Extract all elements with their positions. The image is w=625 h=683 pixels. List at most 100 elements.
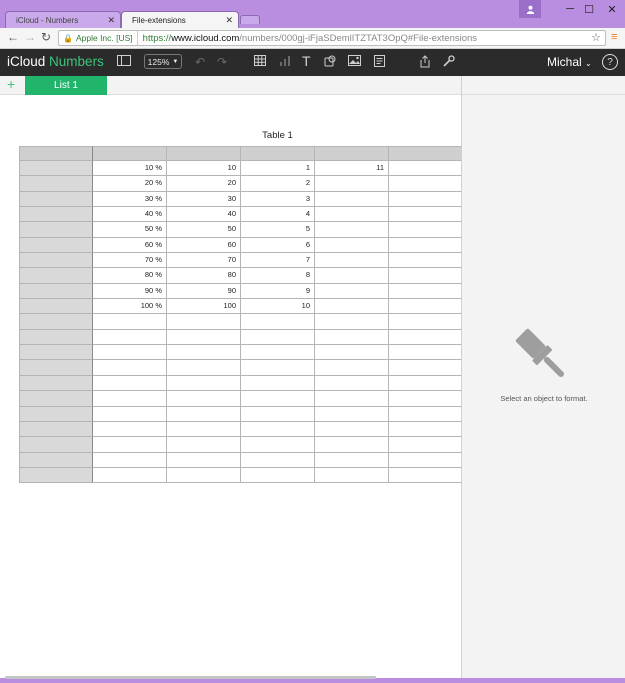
table-cell[interactable] bbox=[389, 207, 462, 223]
image-icon[interactable] bbox=[348, 55, 361, 69]
table-cell[interactable] bbox=[389, 360, 462, 376]
table-row[interactable] bbox=[19, 314, 462, 330]
table-cell[interactable] bbox=[167, 391, 241, 407]
row-header-cell[interactable] bbox=[19, 421, 93, 438]
row-header-cell[interactable] bbox=[19, 452, 93, 468]
back-arrow-icon[interactable]: ← bbox=[7, 30, 19, 44]
table-cell[interactable]: 10 % bbox=[93, 161, 167, 177]
table-cell[interactable] bbox=[167, 406, 241, 422]
table-cell[interactable] bbox=[167, 467, 241, 484]
table-cell[interactable] bbox=[315, 437, 389, 453]
table-cell[interactable]: 100 bbox=[167, 299, 241, 315]
table-cell[interactable] bbox=[241, 421, 315, 438]
table-row[interactable]: 40 % 40 4 bbox=[19, 207, 462, 223]
table-cell[interactable]: 6 bbox=[241, 237, 315, 254]
table-cell[interactable] bbox=[315, 452, 389, 468]
table-cell[interactable] bbox=[389, 222, 462, 238]
row-header-cell[interactable] bbox=[19, 406, 93, 422]
row-header-cell[interactable] bbox=[19, 314, 93, 330]
header-cell[interactable] bbox=[93, 146, 167, 161]
table-row[interactable] bbox=[19, 360, 462, 376]
table-cell[interactable] bbox=[315, 406, 389, 422]
table-cell[interactable] bbox=[389, 314, 462, 330]
header-cell[interactable] bbox=[315, 146, 389, 161]
table-cell[interactable]: 10 bbox=[167, 161, 241, 177]
table-cell[interactable] bbox=[167, 421, 241, 438]
table-row[interactable] bbox=[19, 406, 462, 422]
table-cell[interactable] bbox=[389, 268, 462, 284]
table-row[interactable] bbox=[19, 437, 462, 453]
table-cell[interactable]: 9 bbox=[241, 283, 315, 300]
table-row[interactable]: 80 % 80 8 bbox=[19, 268, 462, 284]
table-cell[interactable] bbox=[241, 329, 315, 346]
table-cell[interactable]: 30 bbox=[167, 191, 241, 208]
table-cell[interactable] bbox=[93, 314, 167, 330]
row-header-cell[interactable] bbox=[19, 283, 93, 300]
table-cell[interactable] bbox=[315, 391, 389, 407]
table-cell[interactable]: 40 % bbox=[93, 207, 167, 223]
table-cell[interactable] bbox=[315, 467, 389, 484]
sheet-canvas[interactable]: Table 1 10 % 10 1 11 20 % 20 2 30 % 30 3 40 % 40 4 50… bbox=[0, 95, 462, 678]
table-cell[interactable] bbox=[241, 345, 315, 361]
table-cell[interactable] bbox=[315, 375, 389, 392]
table-cell[interactable] bbox=[315, 345, 389, 361]
table-row[interactable] bbox=[19, 452, 462, 468]
table-row[interactable]: 10 % 10 1 11 bbox=[19, 161, 462, 177]
table-cell[interactable] bbox=[241, 452, 315, 468]
row-header-cell[interactable] bbox=[19, 268, 93, 284]
bookmark-star-icon[interactable]: ☆ bbox=[591, 31, 601, 44]
sidebar-view-icon[interactable] bbox=[117, 55, 131, 69]
table-cell[interactable] bbox=[315, 360, 389, 376]
close-icon[interactable]: ✕ bbox=[225, 15, 233, 26]
table-row[interactable]: 90 % 90 9 bbox=[19, 283, 462, 300]
table-cell[interactable] bbox=[389, 176, 462, 192]
table-cell[interactable] bbox=[315, 283, 389, 300]
header-cell[interactable] bbox=[19, 146, 93, 161]
redo-icon[interactable]: ↷ bbox=[217, 55, 227, 69]
table-row[interactable]: 50 % 50 5 bbox=[19, 222, 462, 238]
header-cell[interactable] bbox=[241, 146, 315, 161]
table-cell[interactable] bbox=[389, 329, 462, 346]
table-cell[interactable] bbox=[93, 360, 167, 376]
table-cell[interactable] bbox=[167, 452, 241, 468]
wrench-icon[interactable] bbox=[443, 55, 455, 70]
table-cell[interactable]: 20 % bbox=[93, 176, 167, 192]
table-cell[interactable]: 30 % bbox=[93, 191, 167, 208]
table-cell[interactable] bbox=[167, 345, 241, 361]
table-cell[interactable]: 100 % bbox=[93, 299, 167, 315]
table-cell[interactable] bbox=[389, 391, 462, 407]
row-header-cell[interactable] bbox=[19, 237, 93, 254]
row-header-cell[interactable] bbox=[19, 222, 93, 238]
table-cell[interactable] bbox=[167, 329, 241, 346]
table-row[interactable]: 20 % 20 2 bbox=[19, 176, 462, 192]
table-cell[interactable] bbox=[167, 375, 241, 392]
table-cell[interactable] bbox=[315, 421, 389, 438]
table-cell[interactable]: 3 bbox=[241, 191, 315, 208]
table-cell[interactable]: 50 bbox=[167, 222, 241, 238]
table-cell[interactable] bbox=[389, 191, 462, 208]
browser-menu-icon[interactable]: ≡ bbox=[611, 31, 617, 43]
close-icon[interactable]: ✕ bbox=[107, 15, 115, 26]
table-cell[interactable]: 90 bbox=[167, 283, 241, 300]
table-cell[interactable] bbox=[389, 161, 462, 177]
table-cell[interactable]: 60 bbox=[167, 237, 241, 254]
table-cell[interactable]: 20 bbox=[167, 176, 241, 192]
header-cell[interactable] bbox=[167, 146, 241, 161]
header-cell[interactable] bbox=[389, 146, 462, 161]
browser-tab-file-extensions[interactable]: File-extensions ✕ bbox=[121, 11, 239, 28]
table-cell[interactable] bbox=[389, 467, 462, 484]
table-cell[interactable]: 60 % bbox=[93, 237, 167, 254]
table-cell[interactable]: 10 bbox=[241, 299, 315, 315]
row-header-cell[interactable] bbox=[19, 191, 93, 208]
table-cell[interactable] bbox=[241, 467, 315, 484]
table-cell[interactable] bbox=[315, 176, 389, 192]
table-row[interactable]: 100 % 100 10 bbox=[19, 299, 462, 315]
table-cell[interactable] bbox=[315, 299, 389, 315]
table-cell[interactable] bbox=[93, 345, 167, 361]
table-cell[interactable] bbox=[389, 253, 462, 269]
sheet-tab-list-1[interactable]: List 1 bbox=[25, 76, 107, 95]
table-icon[interactable] bbox=[254, 55, 266, 69]
table-cell[interactable] bbox=[315, 207, 389, 223]
table-cell[interactable] bbox=[389, 345, 462, 361]
table-cell[interactable]: 1 bbox=[241, 161, 315, 177]
